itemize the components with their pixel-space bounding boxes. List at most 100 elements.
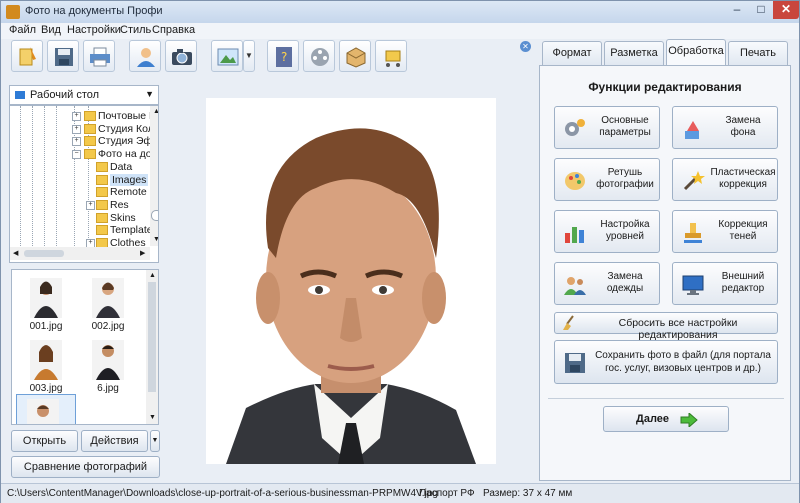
thumbnail-6[interactable]: 6.jpg bbox=[82, 336, 134, 398]
folder-select-value: Рабочий стол bbox=[30, 89, 100, 101]
thumbnail-selected[interactable] bbox=[16, 394, 76, 424]
minimize-button[interactable]: – bbox=[725, 1, 749, 19]
status-doc-type: Паспорт РФ bbox=[419, 488, 475, 499]
app-icon bbox=[6, 5, 20, 19]
editing-panel: Функции редактирования Основные параметры… bbox=[539, 65, 791, 481]
monitor-icon bbox=[682, 275, 704, 295]
next-button[interactable]: Далее bbox=[603, 406, 729, 432]
menu-help[interactable]: Справка bbox=[152, 24, 195, 36]
tab-print[interactable]: Печать bbox=[728, 41, 788, 65]
camera-icon bbox=[172, 49, 192, 65]
menu-bar: Файл Вид Настройки Стиль Справка bbox=[1, 23, 799, 39]
tree-item-label: Skins bbox=[110, 211, 136, 224]
open-button[interactable]: Открыть bbox=[11, 430, 78, 452]
expand-icon[interactable]: + bbox=[86, 200, 95, 210]
folder-icon bbox=[96, 225, 108, 236]
thumbnail-caption: 6.jpg bbox=[97, 383, 119, 394]
actions-dropdown-button[interactable]: ▼ bbox=[150, 430, 160, 452]
scroll-down-icon[interactable]: ▼ bbox=[153, 236, 158, 243]
scroll-down-icon[interactable]: ▼ bbox=[149, 414, 156, 421]
cart-button[interactable] bbox=[375, 40, 407, 72]
tree-item-label: Template bbox=[110, 224, 153, 237]
plastic-correction-button[interactable]: Пластическая коррекция bbox=[672, 158, 778, 201]
expand-icon[interactable]: + bbox=[72, 137, 81, 147]
thumbnail-003[interactable]: 003.jpg bbox=[20, 336, 72, 398]
cart-icon bbox=[385, 50, 401, 67]
help-book-icon: ? bbox=[276, 47, 292, 67]
folder-icon bbox=[84, 149, 96, 160]
app-window: Фото на документы Профи – □ ✕ Файл Вид Н… bbox=[0, 0, 800, 503]
image-dropdown-button[interactable]: ▼ bbox=[243, 40, 255, 72]
save-photo-button[interactable]: Сохранить фото в файл (для портала гос. у… bbox=[554, 340, 778, 384]
status-size: Размер: 37 x 47 мм bbox=[483, 488, 573, 499]
menu-file[interactable]: Файл bbox=[9, 24, 36, 36]
folder-icon bbox=[84, 123, 96, 134]
external-editor-button[interactable]: Внешний редактор bbox=[672, 262, 778, 305]
next-button-label: Далее bbox=[636, 413, 670, 425]
scroll-left-icon[interactable]: ◀ bbox=[13, 249, 18, 257]
button-label: Внешний редактор bbox=[721, 271, 765, 294]
folder-icon bbox=[84, 111, 96, 121]
expand-icon[interactable]: + bbox=[72, 124, 81, 134]
basic-params-button[interactable]: Основные параметры bbox=[554, 106, 660, 149]
scroll-thumb[interactable] bbox=[148, 282, 156, 392]
expand-icon[interactable]: + bbox=[72, 112, 81, 121]
magic-wand-icon bbox=[683, 171, 705, 191]
thumbnail-scrollbar[interactable]: ▲ ▼ bbox=[146, 270, 158, 424]
window-title: Фото на документы Профи bbox=[25, 5, 163, 17]
maximize-button[interactable]: □ bbox=[749, 1, 773, 19]
thumbnail-002[interactable]: 002.jpg bbox=[82, 274, 134, 336]
image-button[interactable] bbox=[211, 40, 243, 72]
photo-preview[interactable] bbox=[206, 98, 496, 464]
film-button[interactable] bbox=[303, 40, 335, 72]
tab-layout[interactable]: Разметка bbox=[604, 41, 664, 65]
menu-view[interactable]: Вид bbox=[41, 24, 61, 36]
actions-button[interactable]: Действия bbox=[81, 430, 148, 452]
close-button[interactable]: ✕ bbox=[773, 1, 799, 19]
menu-settings[interactable]: Настройки bbox=[67, 24, 121, 36]
thumbnail-001[interactable]: 001.jpg bbox=[20, 274, 72, 336]
menu-style[interactable]: Стиль bbox=[120, 24, 151, 36]
scroll-up-icon[interactable]: ▲ bbox=[149, 272, 156, 279]
user-icon bbox=[137, 48, 155, 67]
scroll-up-icon[interactable]: ▲ bbox=[153, 108, 158, 115]
reset-settings-label: Сбросить все настройки редактирования bbox=[618, 317, 738, 341]
wizard-icon bbox=[19, 47, 36, 66]
folder-icon bbox=[96, 199, 108, 210]
portrait-photo bbox=[206, 98, 496, 464]
gears-icon bbox=[565, 119, 585, 136]
collapse-icon[interactable]: − bbox=[72, 150, 81, 160]
tree-horizontal-scrollbar[interactable]: ◀ ▶ bbox=[10, 247, 150, 260]
folder-select[interactable]: Рабочий стол ▼ bbox=[9, 85, 159, 105]
tab-processing[interactable]: Обработка bbox=[666, 39, 726, 65]
folder-icon bbox=[96, 174, 108, 185]
help-book-button[interactable]: ? bbox=[267, 40, 299, 72]
reset-settings-button[interactable]: Сбросить все настройки редактирования bbox=[554, 312, 778, 341]
levels-button[interactable]: Настройка уровней bbox=[554, 210, 660, 253]
folder-tree[interactable]: + Почтовые К + Студия Колл + Студия Эфф − Фото … bbox=[9, 105, 159, 263]
user-button[interactable] bbox=[129, 40, 161, 72]
replace-clothes-button[interactable]: Замена одежды bbox=[554, 262, 660, 305]
thumbnail-list[interactable]: 001.jpg 002.jpg 003.jpg 6.jpg ▲ ▼ bbox=[11, 269, 159, 425]
shadow-correction-button[interactable]: Коррекция теней bbox=[672, 210, 778, 253]
button-label: Ретушь фотографии bbox=[596, 167, 654, 190]
print-icon bbox=[90, 47, 110, 67]
scroll-thumb[interactable] bbox=[24, 250, 64, 257]
tab-format[interactable]: Формат bbox=[542, 41, 602, 65]
toolbar-close-icon[interactable]: ✕ bbox=[520, 41, 531, 52]
scroll-thumb[interactable] bbox=[151, 210, 158, 221]
camera-button[interactable] bbox=[165, 40, 197, 72]
save-photo-label: Сохранить фото в файл (для портала гос. у… bbox=[595, 350, 771, 374]
portrait-thumb bbox=[92, 340, 124, 380]
retouch-button[interactable]: Ретушь фотографии bbox=[554, 158, 660, 201]
replace-background-button[interactable]: Замена фона bbox=[672, 106, 778, 149]
chevron-down-icon: ▼ bbox=[145, 89, 154, 99]
arrow-right-icon bbox=[680, 413, 698, 427]
box-button[interactable] bbox=[339, 40, 371, 72]
print-button[interactable] bbox=[83, 40, 115, 72]
compare-photos-button[interactable]: Сравнение фотографий bbox=[11, 456, 160, 478]
scroll-right-icon[interactable]: ▶ bbox=[140, 249, 145, 257]
save-button[interactable] bbox=[47, 40, 79, 72]
wizard-button[interactable] bbox=[11, 40, 43, 72]
tree-vertical-scrollbar[interactable]: ▲ ▼ bbox=[150, 106, 158, 246]
